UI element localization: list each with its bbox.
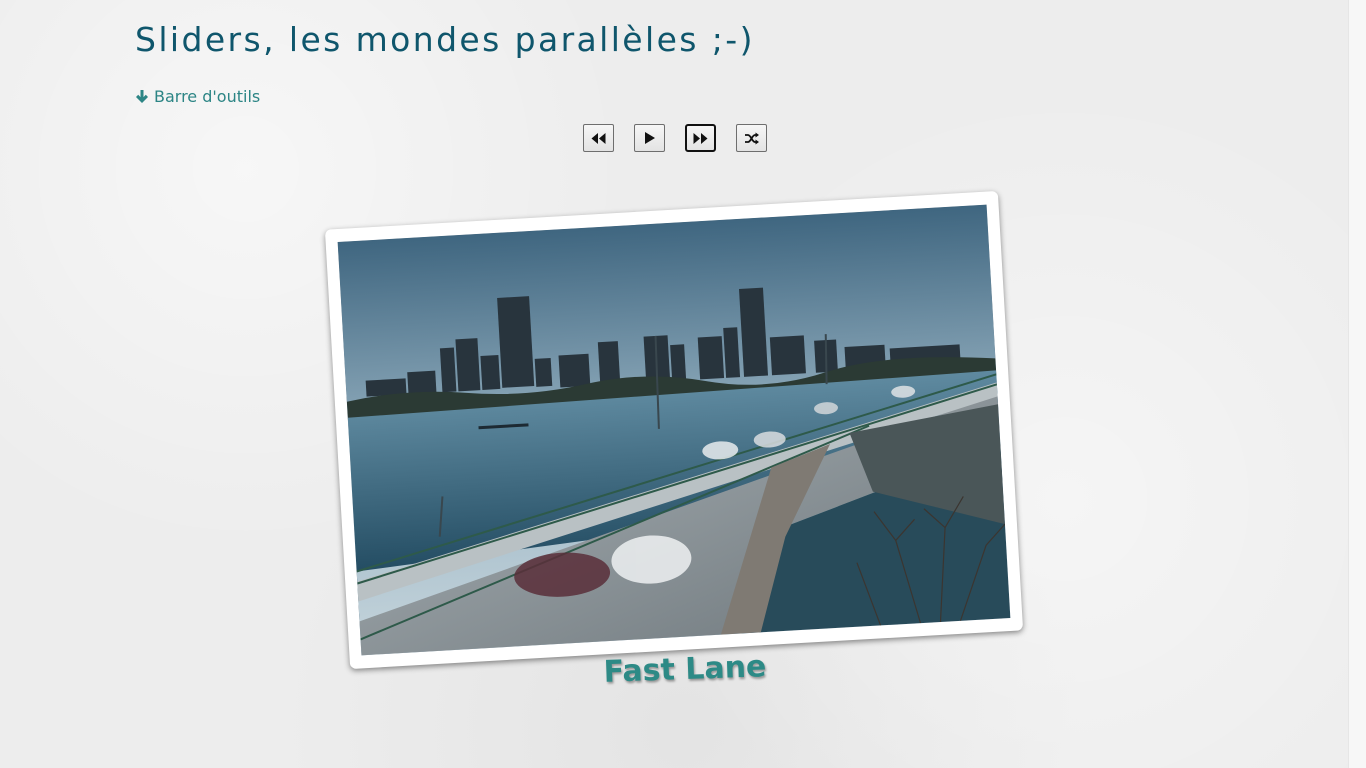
city-skyline-highway-photo: [337, 204, 1011, 656]
toolbar-link-label: Barre d'outils: [154, 87, 261, 106]
shuffle-button[interactable]: [736, 124, 767, 152]
play-icon: [645, 132, 655, 144]
slide-photo: [337, 204, 1011, 656]
shuffle-icon: [744, 132, 759, 144]
fast-forward-icon: [693, 132, 708, 144]
page-title: Sliders, les mondes parallèles ;-): [135, 20, 755, 59]
rewind-icon: [591, 132, 606, 144]
slider-controls: [583, 124, 767, 152]
arrow-down-icon: [136, 90, 148, 103]
toolbar-toggle-link[interactable]: Barre d'outils: [135, 87, 260, 106]
play-button[interactable]: [634, 124, 665, 152]
previous-slide-button[interactable]: [583, 124, 614, 152]
page-scrollbar[interactable]: [1348, 0, 1366, 768]
next-slide-button[interactable]: [685, 124, 716, 152]
slide-frame: [324, 190, 1024, 670]
